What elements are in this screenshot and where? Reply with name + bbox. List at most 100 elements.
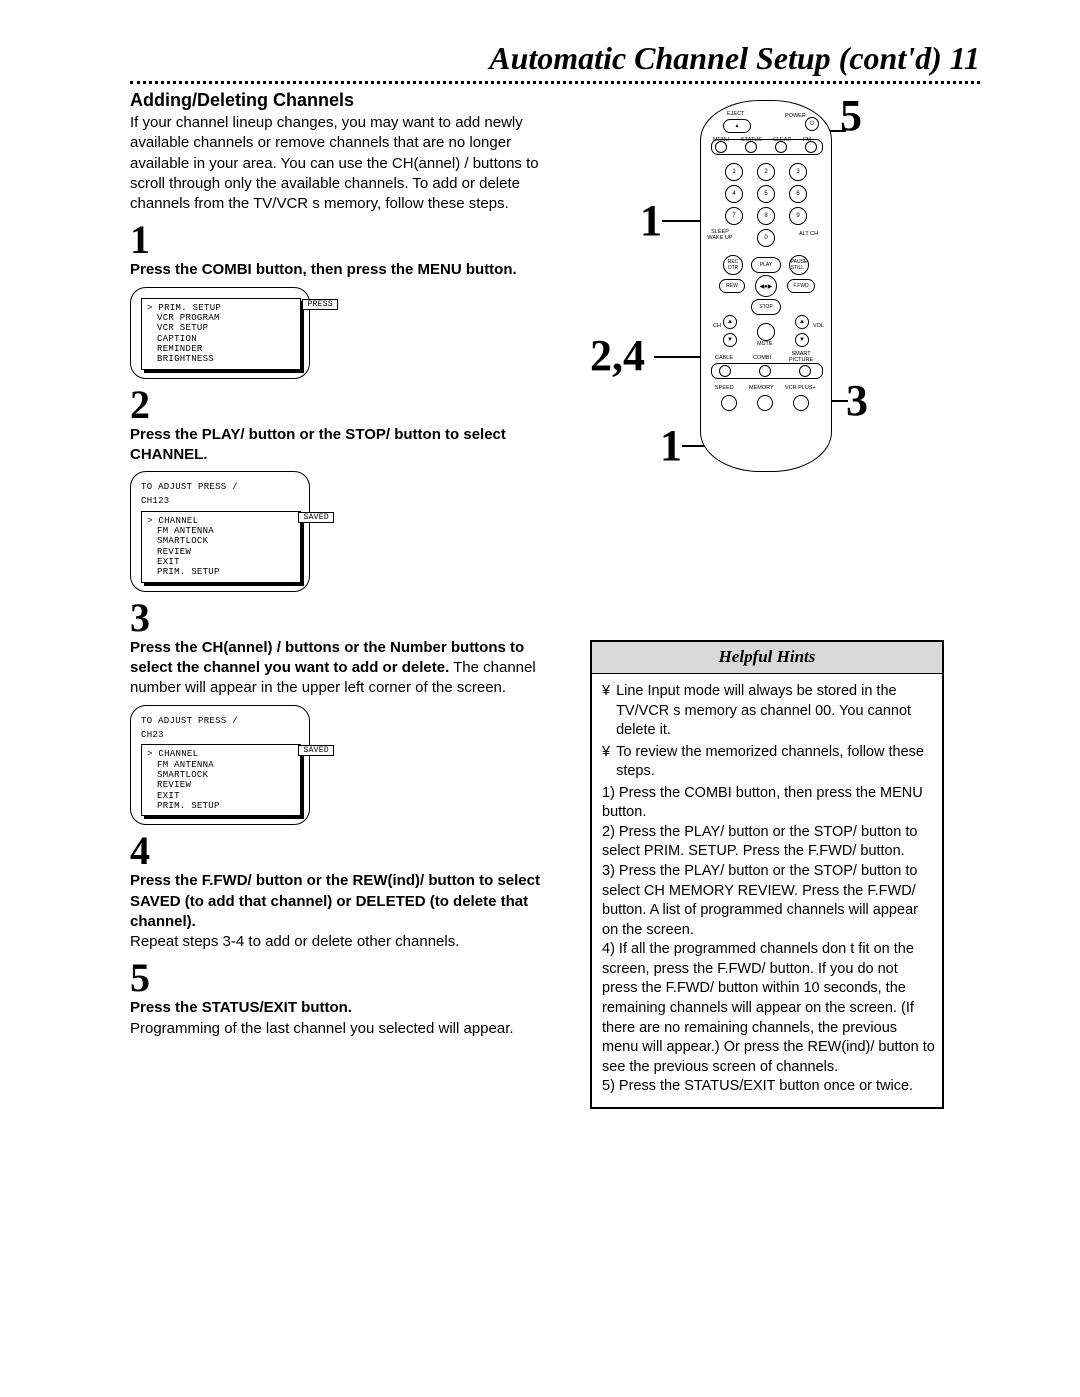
menu-line: PRIM. SETUP <box>147 567 295 577</box>
power-button[interactable]: ⏻ <box>805 117 819 131</box>
hints-bullet-2: To review the memorized channels, follow… <box>616 743 936 782</box>
menu-line: CHANNEL <box>147 516 295 526</box>
status-button[interactable] <box>745 141 757 153</box>
vol-up-button[interactable]: ▲ <box>795 315 809 329</box>
num-9-button[interactable]: 9 <box>789 207 807 225</box>
screen-badge: PRESS <box>302 299 338 310</box>
menu-line: FM ANTENNA <box>147 760 295 770</box>
ffwd-button[interactable]: F.FWD <box>787 279 815 293</box>
screen-badge: SAVED <box>298 745 334 756</box>
ch-down-button[interactable]: ▼ <box>723 333 737 347</box>
memory-button[interactable] <box>757 395 773 411</box>
hints-line-3: 3) Press the PLAY/ button or the STOP/ b… <box>602 862 936 940</box>
callout-1b: 1 <box>660 420 682 471</box>
pause-button[interactable]: PAUSE STILL <box>789 255 809 275</box>
tv-screen-2: TO ADJUST PRESS / CH123 SAVED CHANNEL FM… <box>130 471 310 592</box>
menu-line: PRIM. SETUP <box>147 801 295 811</box>
mute-button[interactable] <box>757 323 775 341</box>
menu-line: PRIM. SETUP <box>147 303 295 313</box>
callout-line <box>654 356 702 358</box>
menu-line: REVIEW <box>147 780 295 790</box>
num-0-button[interactable]: 0 <box>757 229 775 247</box>
page-title: Automatic Channel Setup (cont'd) 11 <box>130 40 980 77</box>
callout-24: 2,4 <box>590 330 645 381</box>
num-7-button[interactable]: 7 <box>725 207 743 225</box>
combi-button[interactable] <box>759 365 771 377</box>
screen-badge: SAVED <box>298 512 334 523</box>
step-4-number: 4 <box>130 831 570 871</box>
num-4-button[interactable]: 4 <box>725 185 743 203</box>
menu-line: FM ANTENNA <box>147 526 295 536</box>
hints-title: Helpful Hints <box>592 642 942 674</box>
vol-down-button[interactable]: ▼ <box>795 333 809 347</box>
cable-label: CABLE <box>715 355 733 361</box>
ch-label: CH <box>713 323 721 329</box>
menu-line: REMINDER <box>147 344 295 354</box>
speed-label: SPEED <box>715 385 734 391</box>
step-4-rest: Repeat steps 3-4 to add or delete other … <box>130 933 459 950</box>
center-pad[interactable]: ◀●▶ <box>755 275 777 297</box>
callout-5: 5 <box>840 90 862 141</box>
hints-line-1: 1) Press the COMBI button, then press th… <box>602 784 936 823</box>
num-1-button[interactable]: 1 <box>725 163 743 181</box>
memory-label: MEMORY <box>749 385 774 391</box>
vol-label: VOL <box>813 323 824 329</box>
tv-screen-3: TO ADJUST PRESS / CH23 SAVED CHANNEL FM … <box>130 705 310 826</box>
power-label: POWER <box>785 113 806 119</box>
menu-line: VCR SETUP <box>147 323 295 333</box>
rew-button[interactable]: REW <box>719 279 745 293</box>
menu-line: SMARTLOCK <box>147 770 295 780</box>
rec-button[interactable]: REC OTR <box>723 255 743 275</box>
step-5-bold: Press the STATUS/EXIT button. <box>130 999 352 1016</box>
callout-1: 1 <box>640 195 662 246</box>
step-5-number: 5 <box>130 958 570 998</box>
menu-line: CAPTION <box>147 334 295 344</box>
step-3-number: 3 <box>130 598 570 638</box>
cable-button[interactable] <box>719 365 731 377</box>
hints-bullet-1: Line Input mode will always be stored in… <box>616 682 936 741</box>
eject-button[interactable]: ▲ <box>723 119 751 133</box>
menu-line: EXIT <box>147 791 295 801</box>
step-5-rest: Programming of the last channel you sele… <box>130 1020 514 1037</box>
hints-line-5: 5) Press the STATUS/EXIT button once or … <box>602 1077 936 1097</box>
clear-button[interactable] <box>775 141 787 153</box>
hints-line-4: 4) If all the programmed channels don t … <box>602 940 936 1077</box>
menu-line: CHANNEL <box>147 749 295 759</box>
vcrplus-button[interactable] <box>793 395 809 411</box>
screen-pre: TO ADJUST PRESS / <box>141 716 301 726</box>
fm-button[interactable] <box>805 141 817 153</box>
menu-button[interactable] <box>715 141 727 153</box>
callout-line <box>662 220 702 222</box>
num-3-button[interactable]: 3 <box>789 163 807 181</box>
num-6-button[interactable]: 6 <box>789 185 807 203</box>
menu-line: EXIT <box>147 557 295 567</box>
step-4-bold: Press the F.FWD/ button or the REW(ind)/… <box>130 872 540 930</box>
menu-line: SMARTLOCK <box>147 536 295 546</box>
separator <box>130 81 980 84</box>
remote-control: EJECT ▲ POWER ⏻ MENU STATUS CLEAR FM 1 <box>700 100 832 472</box>
play-button[interactable]: PLAY <box>751 257 781 273</box>
speed-button[interactable] <box>721 395 737 411</box>
mute-label: MUTE <box>757 341 773 347</box>
screen-pre: TO ADJUST PRESS / <box>141 482 301 492</box>
step-2-text: Press the PLAY/ button or the STOP/ butt… <box>130 426 506 463</box>
menu-line: VCR PROGRAM <box>147 313 295 323</box>
ch-up-button[interactable]: ▲ <box>723 315 737 329</box>
menu-line: REVIEW <box>147 547 295 557</box>
stop-button[interactable]: STOP <box>751 299 781 315</box>
smart-button[interactable] <box>799 365 811 377</box>
intro-text: If your channel lineup changes, you may … <box>130 113 560 214</box>
num-2-button[interactable]: 2 <box>757 163 775 181</box>
section-heading: Adding/Deleting Channels <box>130 90 570 111</box>
bullet-icon: ¥ <box>602 743 610 782</box>
step-1-text: Press the COMBI button, then press the M… <box>130 261 517 278</box>
combi-label: COMBI <box>753 355 771 361</box>
num-8-button[interactable]: 8 <box>757 207 775 225</box>
num-5-button[interactable]: 5 <box>757 185 775 203</box>
menu-line: BRIGHTNESS <box>147 354 295 364</box>
screen-pre: CH123 <box>141 496 301 506</box>
step-1-number: 1 <box>130 220 570 260</box>
callout-3: 3 <box>846 375 868 426</box>
step-2-number: 2 <box>130 385 570 425</box>
sleep-label: SLEEP WAKE UP <box>705 229 735 241</box>
